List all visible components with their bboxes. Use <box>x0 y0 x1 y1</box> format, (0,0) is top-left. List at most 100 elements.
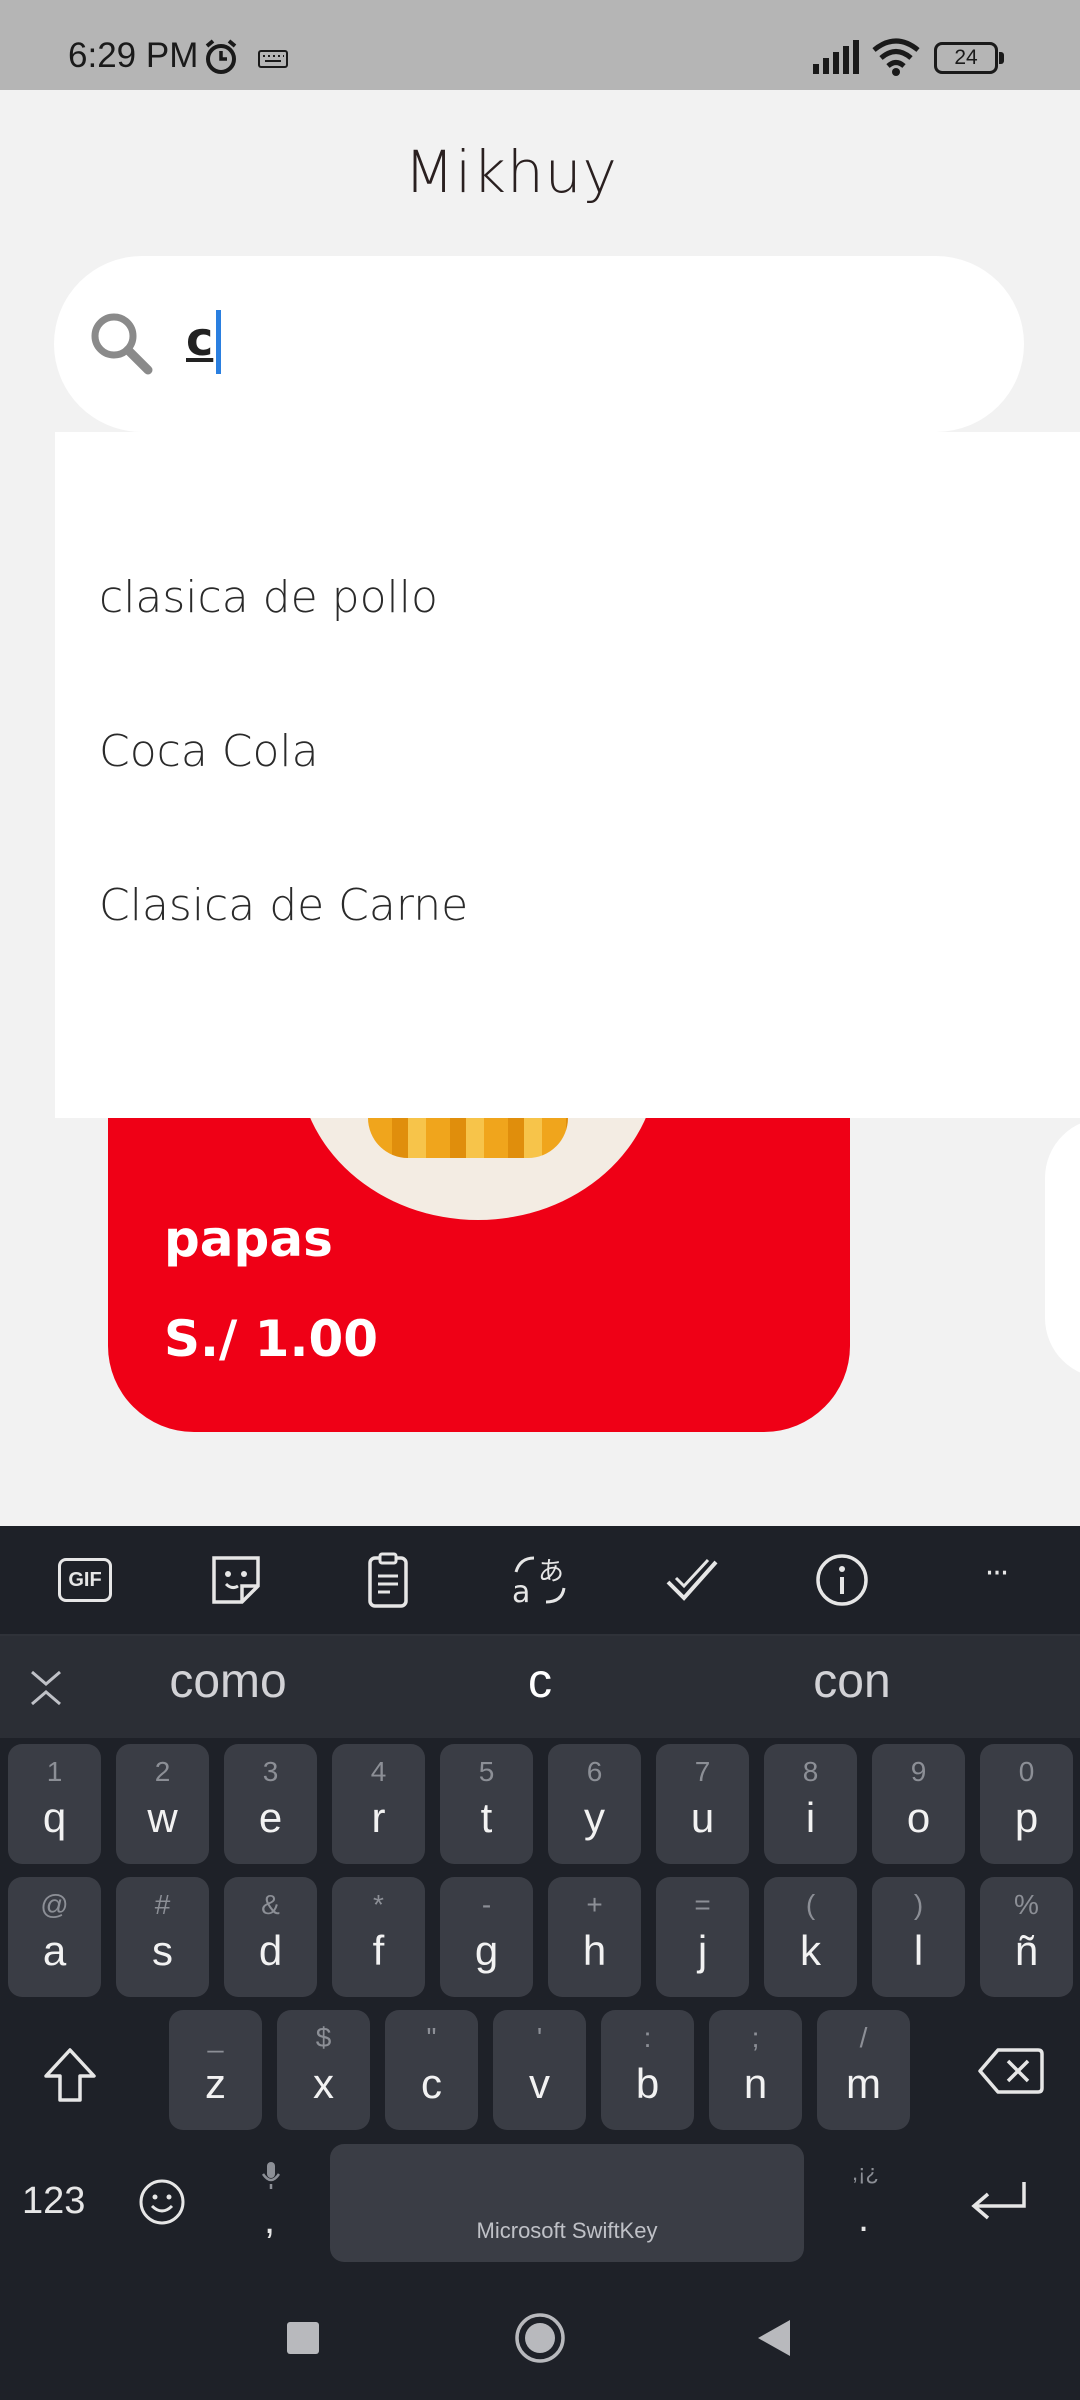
more-label: ··· <box>984 1556 1010 1591</box>
gif-label: GIF <box>58 1558 112 1602</box>
key-secondary-label: " <box>426 2022 437 2053</box>
key-secondary-label: + <box>586 1889 603 1920</box>
keyboard-toolbar: GIF a あ ··· <box>0 1526 1080 1634</box>
key-s[interactable]: # s <box>116 1877 209 1997</box>
key-v[interactable]: ' v <box>493 2010 586 2130</box>
svg-text:a: a <box>512 1575 530 1610</box>
word-suggestion[interactable]: con <box>702 1654 1002 1709</box>
key-label: b <box>635 2060 660 2107</box>
gif-icon[interactable]: GIF <box>56 1550 116 1610</box>
key-j[interactable]: = j <box>656 1877 749 1997</box>
period-label: . <box>858 2196 870 2240</box>
checkmark-icon[interactable] <box>662 1550 722 1610</box>
home-icon[interactable] <box>514 2312 566 2364</box>
key-k[interactable]: (k <box>764 1877 857 1997</box>
key-e[interactable]: 3e <box>224 1744 317 1864</box>
translate-icon[interactable]: a あ <box>510 1550 570 1610</box>
clipboard-icon[interactable] <box>358 1550 418 1610</box>
key-secondary-label: 6 <box>586 1756 603 1787</box>
period-secondary: ,¡¿ <box>852 2160 879 2185</box>
suggestion-item[interactable]: Coca Cola <box>99 726 319 777</box>
key-label: v <box>529 2060 550 2107</box>
suggestion-item[interactable]: clasica de pollo <box>99 572 438 623</box>
alarm-icon <box>205 39 237 74</box>
key-label: o <box>906 1794 931 1841</box>
key-label: n <box>743 2060 768 2107</box>
microphone-icon <box>261 2162 281 2189</box>
product-price: S./ 1.00 <box>164 1310 379 1368</box>
text-caret <box>216 310 221 374</box>
suggestion-item[interactable]: Clasica de Carne <box>99 880 468 931</box>
key-secondary-label: ' <box>536 2022 543 2053</box>
key-label: u <box>690 1794 715 1841</box>
key-p[interactable]: 0p <box>980 1744 1073 1864</box>
key-m[interactable]: / m <box>817 2010 910 2130</box>
key-secondary-label: @ <box>40 1889 69 1920</box>
key-label: t <box>480 1794 493 1841</box>
next-product-card[interactable] <box>1045 1118 1080 1378</box>
key-ñ[interactable]: % ñ <box>980 1877 1073 1997</box>
key-c[interactable]: " c <box>385 2010 478 2130</box>
search-suggestions: clasica de pollo Coca Cola Clasica de Ca… <box>55 432 1080 1118</box>
key-g[interactable]: -g <box>440 1877 533 1997</box>
app-title: Mikhuy <box>404 138 618 206</box>
key-label: h <box>582 1927 607 1974</box>
numbers-key[interactable]: 123 <box>22 2180 85 2223</box>
keyboard-suggestion-bar: como c con <box>0 1634 1080 1738</box>
key-x[interactable]: $ x <box>277 2010 370 2130</box>
emoji-icon[interactable] <box>138 2178 186 2226</box>
key-label: a <box>42 1927 67 1974</box>
word-suggestion[interactable]: como <box>78 1654 378 1709</box>
fries-image <box>368 1114 568 1158</box>
key-label: p <box>1014 1794 1039 1841</box>
key-d[interactable]: & d <box>224 1877 317 1997</box>
key-label: d <box>258 1927 283 1974</box>
key-f[interactable]: * f <box>332 1877 425 1997</box>
search-bar[interactable]: c <box>54 256 1024 432</box>
sticker-icon[interactable] <box>206 1550 266 1610</box>
key-label: ñ <box>1014 1927 1039 1974</box>
key-label: w <box>147 1794 178 1841</box>
key-o[interactable]: 9o <box>872 1744 965 1864</box>
key-u[interactable]: 7u <box>656 1744 749 1864</box>
space-key[interactable]: Microsoft SwiftKey <box>330 2144 804 2262</box>
key-r[interactable]: 4r <box>332 1744 425 1864</box>
key-n[interactable]: ; n <box>709 2010 802 2130</box>
key-secondary-label: 5 <box>478 1756 495 1787</box>
back-icon[interactable] <box>756 2318 792 2358</box>
word-suggestion[interactable]: c <box>390 1654 690 1709</box>
key-secondary-label: # <box>154 1889 171 1920</box>
enter-icon[interactable] <box>970 2180 1030 2226</box>
key-label: g <box>474 1927 499 1974</box>
key-secondary-label: * <box>373 1889 384 1920</box>
key-l[interactable]: ) l <box>872 1877 965 1997</box>
key-label: q <box>42 1794 67 1841</box>
battery-level: 24 <box>954 46 978 69</box>
shift-icon[interactable] <box>40 2046 100 2106</box>
key-q[interactable]: 1q <box>8 1744 101 1864</box>
more-icon[interactable]: ··· <box>966 1550 1026 1610</box>
period-key[interactable]: ,¡¿ . <box>846 2160 886 2260</box>
key-w[interactable]: 2w <box>116 1744 209 1864</box>
key-z[interactable]: _ z <box>169 2010 262 2130</box>
key-label: i <box>805 1794 816 1841</box>
key-label: m <box>846 2060 881 2107</box>
collapse-icon[interactable] <box>26 1666 66 1710</box>
recents-icon[interactable] <box>287 2322 319 2354</box>
space-label: Microsoft SwiftKey <box>476 2218 658 2243</box>
key-secondary-label: $ <box>315 2022 332 2053</box>
key-y[interactable]: 6y <box>548 1744 641 1864</box>
backspace-icon[interactable] <box>978 2046 1044 2096</box>
key-a[interactable]: @ a <box>8 1877 101 1997</box>
status-time: 6:29 PM <box>68 36 199 75</box>
key-h[interactable]: + h <box>548 1877 641 1997</box>
info-icon[interactable] <box>812 1550 872 1610</box>
key-t[interactable]: 5t <box>440 1744 533 1864</box>
comma-key[interactable]: , <box>246 2160 296 2260</box>
key-i[interactable]: 8i <box>764 1744 857 1864</box>
search-input[interactable]: c <box>186 312 213 366</box>
key-label: r <box>371 1794 386 1841</box>
key-label: j <box>697 1927 708 1974</box>
key-label: s <box>152 1927 173 1974</box>
key-b[interactable]: :b <box>601 2010 694 2130</box>
